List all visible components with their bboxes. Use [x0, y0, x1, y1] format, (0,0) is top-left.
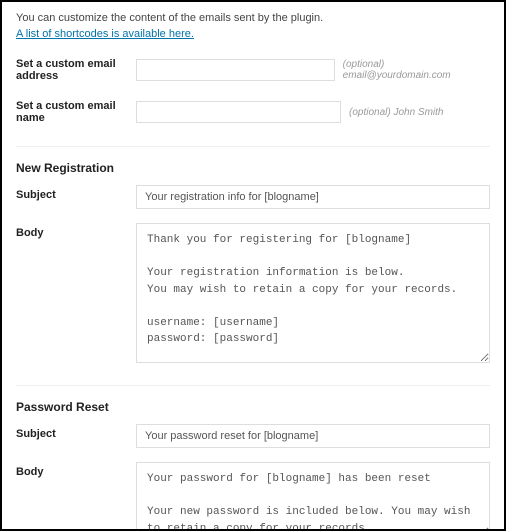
registration-body-label: Body	[16, 223, 136, 239]
custom-email-name-hint: (optional) John Smith	[349, 107, 444, 118]
registration-body-textarea[interactable]	[136, 223, 490, 363]
reset-body-textarea[interactable]	[136, 462, 490, 531]
custom-email-address-hint: (optional) email@yourdomain.com	[343, 59, 490, 81]
shortcodes-link[interactable]: A list of shortcodes is available here.	[16, 28, 194, 40]
reset-subject-input[interactable]	[136, 424, 490, 448]
custom-email-name-label: Set a custom email name	[16, 100, 136, 124]
reset-subject-row: Subject	[16, 424, 490, 448]
reset-body-label: Body	[16, 462, 136, 478]
registration-subject-input[interactable]	[136, 185, 490, 209]
custom-email-address-input[interactable]	[136, 59, 335, 81]
divider	[16, 385, 490, 386]
reset-section-title: Password Reset	[16, 400, 490, 414]
settings-panel: You can customize the content of the ema…	[0, 0, 506, 531]
intro-text: You can customize the content of the ema…	[16, 12, 490, 24]
registration-subject-row: Subject	[16, 185, 490, 209]
registration-body-row: Body	[16, 223, 490, 363]
custom-email-name-row: Set a custom email name (optional) John …	[16, 100, 490, 124]
custom-email-address-row: Set a custom email address (optional) em…	[16, 58, 490, 82]
custom-email-address-label: Set a custom email address	[16, 58, 136, 82]
registration-subject-label: Subject	[16, 185, 136, 201]
registration-section-title: New Registration	[16, 161, 490, 175]
custom-email-name-input[interactable]	[136, 101, 341, 123]
divider	[16, 146, 490, 147]
reset-subject-label: Subject	[16, 424, 136, 440]
reset-body-row: Body	[16, 462, 490, 531]
